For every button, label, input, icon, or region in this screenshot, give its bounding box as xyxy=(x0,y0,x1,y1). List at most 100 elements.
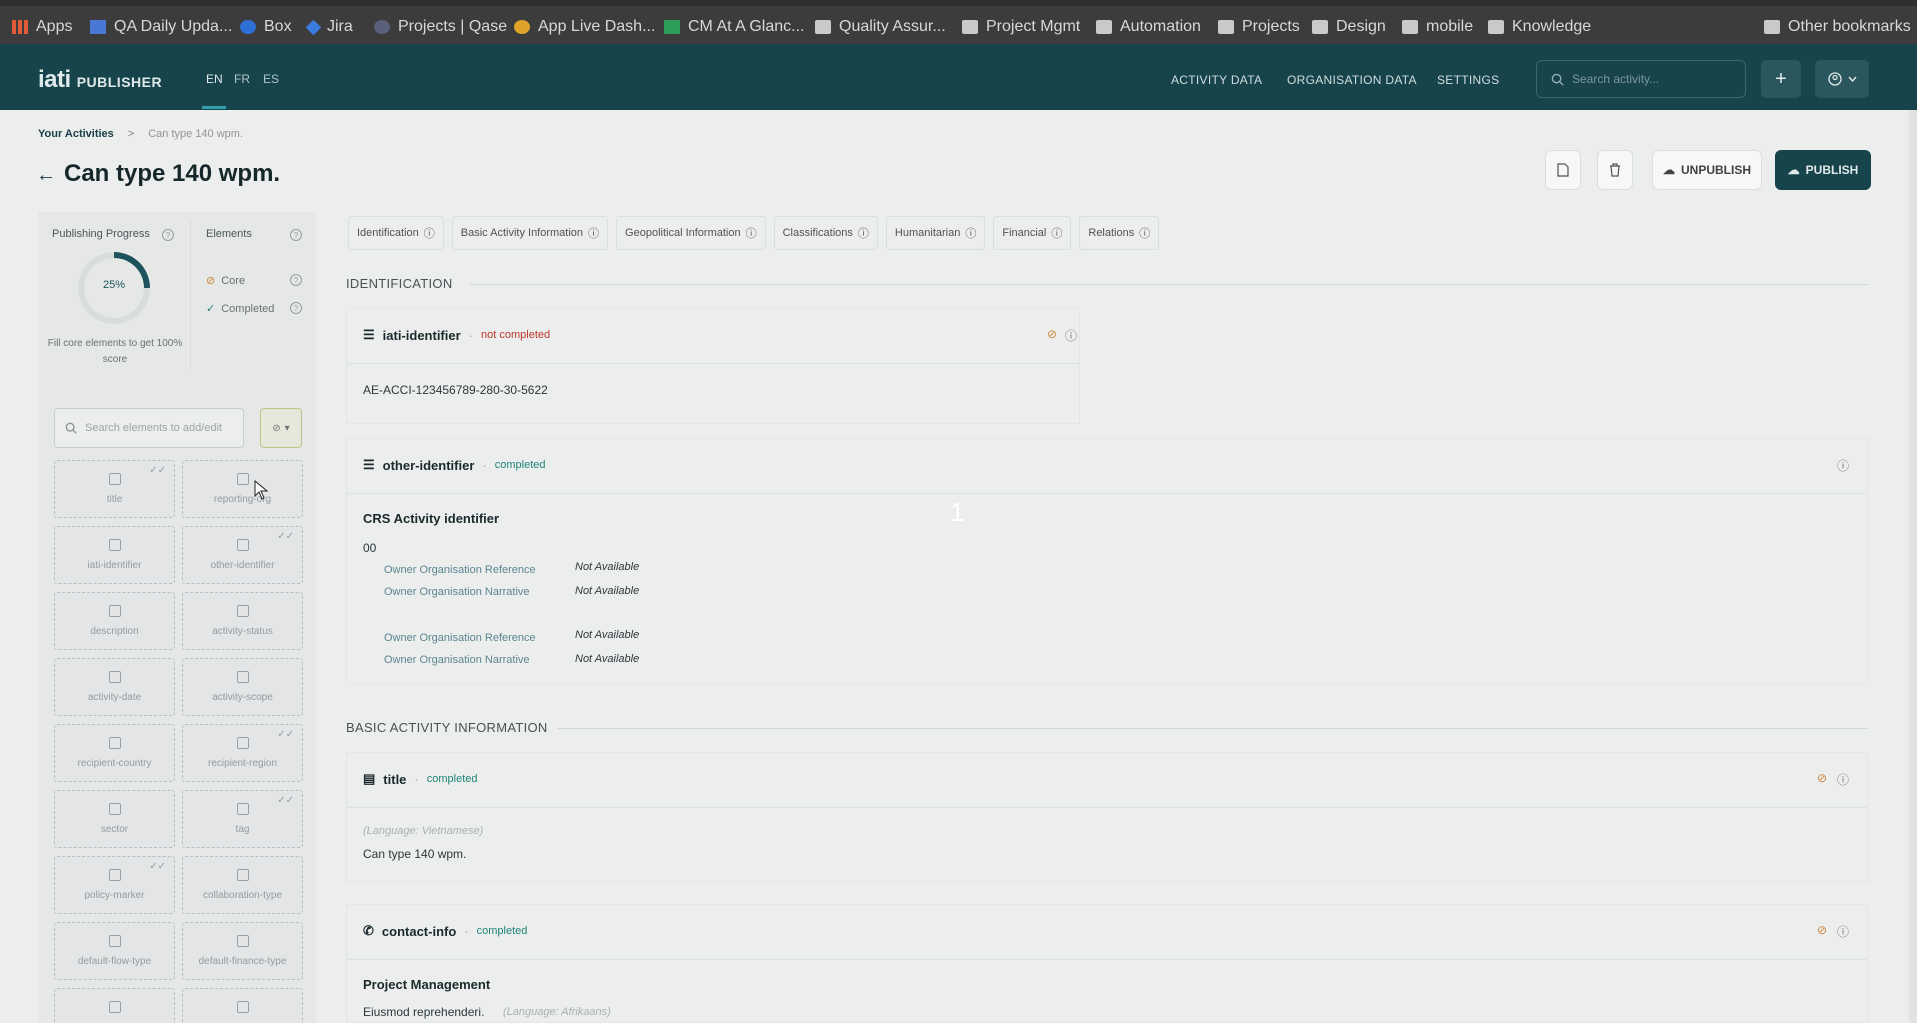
lang-es[interactable]: ES xyxy=(263,72,279,86)
elements-search[interactable] xyxy=(54,408,244,448)
owner-org-reference-value: Not Available xyxy=(575,629,640,641)
owner-org-narrative-label: Owner Organisation Narrative xyxy=(384,654,530,666)
help-icon: ⓘ xyxy=(588,228,600,240)
element-tile[interactable]: recipient-country xyxy=(54,724,175,782)
page-title: Can type 140 wpm. xyxy=(64,160,281,187)
element-icon xyxy=(236,869,249,881)
element-tile-label: iati-identifier xyxy=(87,560,142,571)
tab-identification[interactable]: Identification ⓘ xyxy=(348,216,444,250)
element-tile[interactable]: default-finance-type xyxy=(182,922,303,980)
bookmark-box[interactable]: Box xyxy=(240,18,292,36)
completed-check-icon: ✓✓ xyxy=(277,531,294,542)
activity-search-input[interactable] xyxy=(1572,72,1732,86)
element-tile[interactable] xyxy=(54,988,175,1023)
contact-info-card: ✆ contact-info · completed ⊘ ⓘ Project M… xyxy=(346,904,1868,1023)
elements-title: Elements xyxy=(206,228,252,240)
nav-organisation-data[interactable]: ORGANISATION DATA xyxy=(1287,73,1417,87)
tab-relations[interactable]: Relations ⓘ xyxy=(1079,216,1160,250)
tab-classifications[interactable]: Classifications ⓘ xyxy=(773,216,878,250)
unpublish-button[interactable]: ☁ UNPUBLISH xyxy=(1652,150,1762,190)
bookmark-automation[interactable]: Automation xyxy=(1096,18,1201,36)
element-tile[interactable]: description xyxy=(54,592,175,650)
other-identifier-card: ☰ other-identifier · completed ⓘ CRS Act… xyxy=(346,438,1868,684)
element-tile[interactable]: recipient-region ✓✓ xyxy=(182,724,303,782)
bookmark-mobile[interactable]: mobile xyxy=(1402,18,1473,36)
bookmark-other[interactable]: Other bookmarks xyxy=(1764,18,1911,36)
nav-activity-data[interactable]: ACTIVITY DATA xyxy=(1171,73,1262,87)
elements-sidebar: Publishing Progress ? 25% Fill core elem… xyxy=(38,212,316,1023)
element-tile[interactable]: other-identifier ✓✓ xyxy=(182,526,303,584)
element-icon xyxy=(236,539,249,551)
lang-en[interactable]: EN xyxy=(206,72,223,86)
dot-separator: · xyxy=(414,771,419,787)
element-tile-label: activity-date xyxy=(87,692,142,703)
help-icon[interactable]: ? xyxy=(290,229,302,241)
back-arrow-icon[interactable]: ← xyxy=(36,164,56,187)
help-icon[interactable]: ⓘ xyxy=(1837,771,1849,788)
element-tile[interactable]: tag ✓✓ xyxy=(182,790,303,848)
breadcrumb-separator: > xyxy=(127,128,135,140)
title-card: ▤ title · completed ⊘ ⓘ (Language: Vietn… xyxy=(346,752,1868,882)
element-tile[interactable]: activity-status xyxy=(182,592,303,650)
bookmark-app-live[interactable]: App Live Dash... xyxy=(514,18,655,36)
element-tile[interactable]: collaboration-type xyxy=(182,856,303,914)
element-icon xyxy=(236,473,249,485)
element-tile[interactable]: title ✓✓ xyxy=(54,460,175,518)
bookmark-qa-daily[interactable]: QA Daily Upda... xyxy=(90,18,232,36)
add-activity-button[interactable]: + xyxy=(1761,60,1801,98)
download-xml-button[interactable] xyxy=(1545,150,1581,190)
element-tile[interactable]: activity-date xyxy=(54,658,175,716)
delete-button[interactable] xyxy=(1597,150,1633,190)
list-icon: ☰ xyxy=(363,327,375,342)
breadcrumb-root[interactable]: Your Activities xyxy=(38,128,114,140)
section-heading-basic-activity: BASIC ACTIVITY INFORMATION xyxy=(346,720,548,735)
element-tile[interactable]: policy-marker ✓✓ xyxy=(54,856,175,914)
publish-button[interactable]: ☁ PUBLISH xyxy=(1775,150,1871,190)
element-tile[interactable]: default-flow-type xyxy=(54,922,175,980)
publishing-progress-title: Publishing Progress xyxy=(52,228,150,240)
completed-check-icon: ✓✓ xyxy=(149,465,166,476)
bookmark-cm-glance[interactable]: CM At A Glanc... xyxy=(664,18,805,36)
elements-filter-button[interactable]: ⊘ ▾ xyxy=(260,408,302,448)
help-icon[interactable]: ? xyxy=(290,274,302,286)
element-tile[interactable]: sector xyxy=(54,790,175,848)
tab-basic-activity-information[interactable]: Basic Activity Information ⓘ xyxy=(451,216,609,250)
element-tile-label: collaboration-type xyxy=(203,890,282,901)
bookmark-design[interactable]: Design xyxy=(1312,18,1386,36)
bookmark-jira[interactable]: Jira xyxy=(305,18,353,36)
help-icon[interactable]: ? xyxy=(290,302,302,314)
help-icon[interactable]: ⓘ xyxy=(1837,923,1849,940)
sheet-icon xyxy=(664,20,680,34)
chevron-down-icon xyxy=(1847,76,1857,82)
chevron-down-icon: ▾ xyxy=(284,422,290,434)
completed-check-icon: ✓✓ xyxy=(277,729,294,740)
element-tile[interactable]: iati-identifier xyxy=(54,526,175,584)
element-tile-label: title xyxy=(106,494,123,505)
elements-search-input[interactable] xyxy=(85,422,235,434)
bookmark-quality[interactable]: Quality Assur... xyxy=(815,18,946,36)
logo[interactable]: iati PUBLISHER xyxy=(38,66,162,94)
bookmark-projects[interactable]: Projects xyxy=(1218,18,1300,36)
element-tile[interactable]: reporting-org xyxy=(182,460,303,518)
element-tile[interactable] xyxy=(182,988,303,1023)
lang-fr[interactable]: FR xyxy=(234,72,250,86)
help-icon[interactable]: ? xyxy=(162,229,174,241)
contact-value: Eiusmod reprehenderi. xyxy=(363,1005,485,1019)
tab-geopolitical-information[interactable]: Geopolitical Information ⓘ xyxy=(616,216,766,250)
page-scrollbar[interactable] xyxy=(1909,110,1917,1023)
user-menu-button[interactable] xyxy=(1815,60,1869,98)
bookmark-qase[interactable]: Projects | Qase xyxy=(374,18,507,36)
activity-search[interactable] xyxy=(1536,60,1746,98)
element-tile-label: tag xyxy=(235,824,250,835)
bookmark-apps[interactable]: Apps xyxy=(12,18,72,36)
element-tile[interactable]: activity-scope xyxy=(182,658,303,716)
tab-humanitarian[interactable]: Humanitarian ⓘ xyxy=(885,216,986,250)
help-icon: ⓘ xyxy=(965,228,977,240)
tab-financial[interactable]: Financial ⓘ xyxy=(993,216,1072,250)
bookmark-project-mgmt[interactable]: Project Mgmt xyxy=(962,18,1080,36)
help-icon[interactable]: ⓘ xyxy=(1065,327,1077,344)
nav-settings[interactable]: SETTINGS xyxy=(1437,73,1499,87)
help-icon[interactable]: ⓘ xyxy=(1837,457,1849,474)
bookmark-knowledge[interactable]: Knowledge xyxy=(1488,18,1591,36)
element-icon xyxy=(108,935,121,947)
